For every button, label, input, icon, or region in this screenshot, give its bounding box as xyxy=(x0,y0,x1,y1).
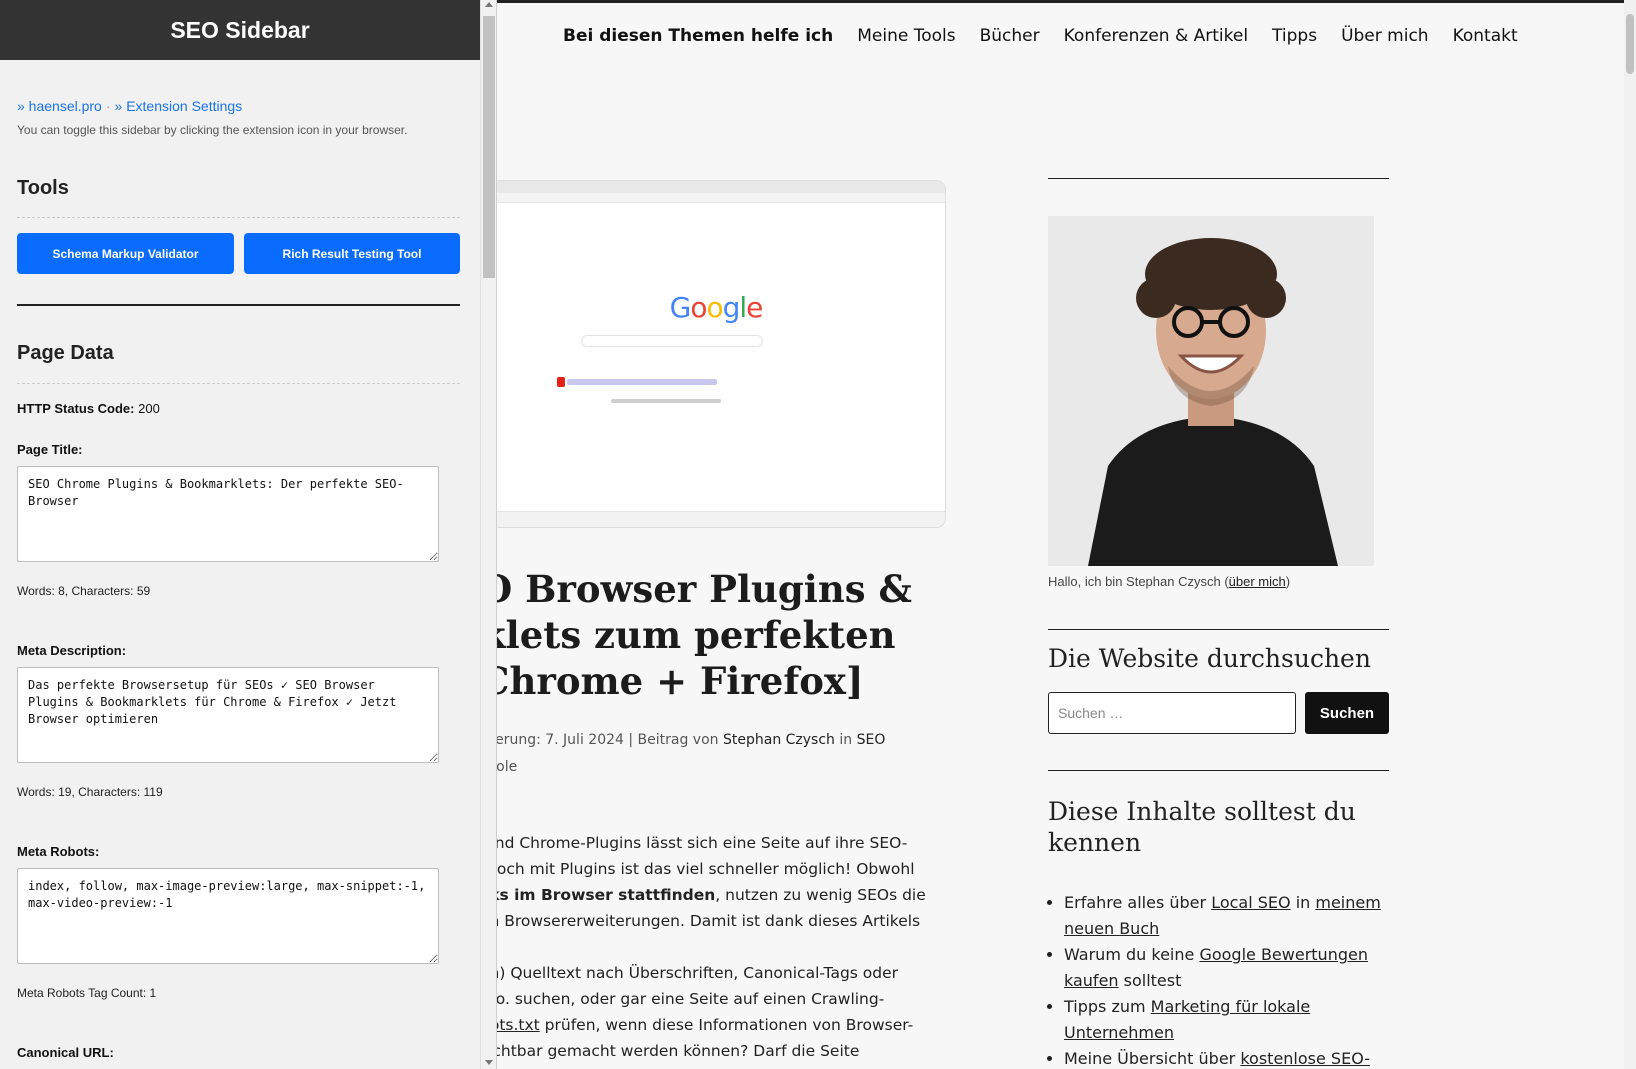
scroll-down-arrow-icon[interactable] xyxy=(485,1060,493,1065)
body-line: prüfen, wenn diese Informationen von Bro… xyxy=(539,1016,914,1034)
article-meta: isierung: 7. Juli 2024 | Beitrag von Ste… xyxy=(480,727,960,781)
list-item: Warum du keine Google Bewertungen kaufen… xyxy=(1064,942,1389,994)
meta-category-link[interactable]: SEO xyxy=(857,732,886,748)
link-separator: · xyxy=(105,98,111,114)
meta-robots-field[interactable]: index, follow, max-image-preview:large, … xyxy=(17,868,439,964)
local-seo-link[interactable]: Local SEO xyxy=(1211,893,1290,912)
body-line: Doch mit Plugins ist das viel schneller … xyxy=(480,860,915,878)
author-photo xyxy=(1048,216,1374,566)
meta-in: in xyxy=(834,732,857,748)
body-line: on Browsererweiterungen. Damit ist dank … xyxy=(480,912,921,930)
hero-screenshot-image: Google xyxy=(490,180,946,528)
sidebar-links: » haensel.pro ·» Extension Settings xyxy=(17,98,242,114)
toggle-hint: You can toggle this sidebar by clicking … xyxy=(17,123,408,137)
recommended-content-list: Erfahre alles über Local SEO in meinem n… xyxy=(1064,890,1389,1069)
tools-divider xyxy=(17,217,460,218)
list-item: Tipps zum Marketing für lokale Unternehm… xyxy=(1064,994,1389,1046)
site-sidebar: Hallo, ich bin Stephan Czysch (über mich… xyxy=(1048,178,1389,1068)
site-search-button[interactable]: Suchen xyxy=(1305,692,1389,734)
haensel-pro-link[interactable]: » haensel.pro xyxy=(17,98,102,114)
content-widget-divider xyxy=(1048,770,1389,771)
list-item: Erfahre alles über Local SEO in meinem n… xyxy=(1064,890,1389,942)
extension-settings-link[interactable]: » Extension Settings xyxy=(115,98,243,114)
meta-description-label: Meta Description: xyxy=(17,643,127,658)
http-status-value: 200 xyxy=(138,401,160,416)
google-logo: Google xyxy=(669,291,764,324)
tools-heading: Tools xyxy=(17,177,69,199)
body-line: , nutzen zu wenig SEOs die xyxy=(715,886,926,904)
article-body: und Chrome-Plugins lässt sich eine Seite… xyxy=(480,830,950,1064)
search-widget-title: Die Website durchsuchen xyxy=(1048,644,1371,673)
page-title-label: Page Title: xyxy=(17,442,83,457)
search-widget-divider xyxy=(1048,629,1389,630)
seo-sidebar-panel: SEO Sidebar » haensel.pro ·» Extension Se… xyxy=(0,0,497,1069)
list-text: in xyxy=(1290,893,1316,912)
list-text: Erfahre alles über xyxy=(1064,893,1212,912)
google-offered-in-thumbnail xyxy=(611,399,721,403)
sidebar-title: SEO Sidebar xyxy=(0,0,480,60)
meta-author-link[interactable]: Stephan Czysch xyxy=(723,732,835,748)
caption-text: Hallo, ich bin Stephan Czysch ( xyxy=(1048,574,1229,589)
body-line: en) Quelltext nach Überschriften, Canoni… xyxy=(480,964,899,982)
rich-result-testing-button[interactable]: Rich Result Testing Tool xyxy=(244,233,460,274)
youtube-shorts-icon xyxy=(557,377,565,387)
seo-tools-link[interactable]: kostenlose SEO- xyxy=(1240,1049,1370,1068)
nav-item-ueber-mich[interactable]: Über mich xyxy=(1341,26,1429,46)
nav-item-tools[interactable]: Meine Tools xyxy=(857,26,955,46)
nav-item-themen[interactable]: Bei diesen Themen helfe ich xyxy=(563,26,833,46)
section-divider xyxy=(17,304,460,306)
content-widget-title: Diese Inhalte solltest du kennen xyxy=(1048,797,1356,857)
body-line: sichtbar gemacht werden können? Darf die… xyxy=(480,1042,860,1060)
main-nav: Bei diesen Themen helfe ich Meine Tools … xyxy=(563,26,1518,46)
canonical-url-label: Canonical URL: xyxy=(17,1045,114,1060)
page-data-divider xyxy=(17,383,460,384)
author-caption: Hallo, ich bin Stephan Czysch (über mich… xyxy=(1048,574,1290,589)
meta-date: isierung: 7. Juli 2024 | Beitrag von xyxy=(480,732,723,748)
http-status: HTTP Status Code: 200 xyxy=(17,401,160,416)
body-line: Co. suchen, oder gar eine Seite auf eine… xyxy=(480,990,885,1008)
http-status-label: HTTP Status Code: xyxy=(17,401,135,416)
google-searchbox-thumbnail xyxy=(581,335,763,347)
list-item: Meine Übersicht über kostenlose SEO- xyxy=(1064,1046,1389,1069)
page-title-field[interactable]: SEO Chrome Plugins & Bookmarklets: Der p… xyxy=(17,466,439,562)
author-photo-illustration xyxy=(1048,216,1374,566)
meta-robots-count: Meta Robots Tag Count: 1 xyxy=(17,986,157,1000)
caption-end: ) xyxy=(1285,574,1291,589)
promo-text-thumbnail xyxy=(567,379,717,385)
list-text: solltest xyxy=(1118,971,1182,990)
page-scrollbar[interactable] xyxy=(1624,0,1636,1069)
browser-bookmarks-bar xyxy=(491,193,945,203)
nav-item-buecher[interactable]: Bücher xyxy=(980,26,1040,46)
list-text: Warum du keine xyxy=(1064,945,1200,964)
sidebar-scrollbar-thumb[interactable] xyxy=(483,16,495,278)
article-title: O Browser Plugins & klets zum perfekten … xyxy=(480,567,912,703)
browser-titlebar xyxy=(491,181,945,193)
meta-description-count: Words: 19, Characters: 119 xyxy=(17,785,163,799)
ueber-mich-link[interactable]: über mich xyxy=(1229,574,1286,589)
nav-item-tipps[interactable]: Tipps xyxy=(1272,26,1317,46)
page-data-heading: Page Data xyxy=(17,342,114,364)
nav-item-kontakt[interactable]: Kontakt xyxy=(1453,26,1518,46)
meta-description-field[interactable]: Das perfekte Browsersetup für SEOs ✓ SEO… xyxy=(17,667,439,763)
list-text: Meine Übersicht über xyxy=(1064,1049,1241,1068)
scroll-up-arrow-icon[interactable] xyxy=(485,2,493,7)
schema-markup-validator-button[interactable]: Schema Markup Validator xyxy=(17,233,234,274)
page-scrollbar-thumb[interactable] xyxy=(1626,14,1634,74)
google-footer-thumbnail xyxy=(491,511,945,527)
meta-robots-label: Meta Robots: xyxy=(17,844,100,859)
site-search-input[interactable] xyxy=(1048,692,1296,734)
page-title-count: Words: 8, Characters: 59 xyxy=(17,584,151,598)
body-line-bold: cks im Browser stattfinden xyxy=(480,886,716,904)
nav-item-konferenzen[interactable]: Konferenzen & Artikel xyxy=(1064,26,1248,46)
body-line: und Chrome-Plugins lässt sich eine Seite… xyxy=(480,834,908,852)
list-text: Tipps zum xyxy=(1064,997,1151,1016)
aside-divider xyxy=(1048,178,1389,179)
sidebar-scrollbar[interactable] xyxy=(480,0,496,1069)
